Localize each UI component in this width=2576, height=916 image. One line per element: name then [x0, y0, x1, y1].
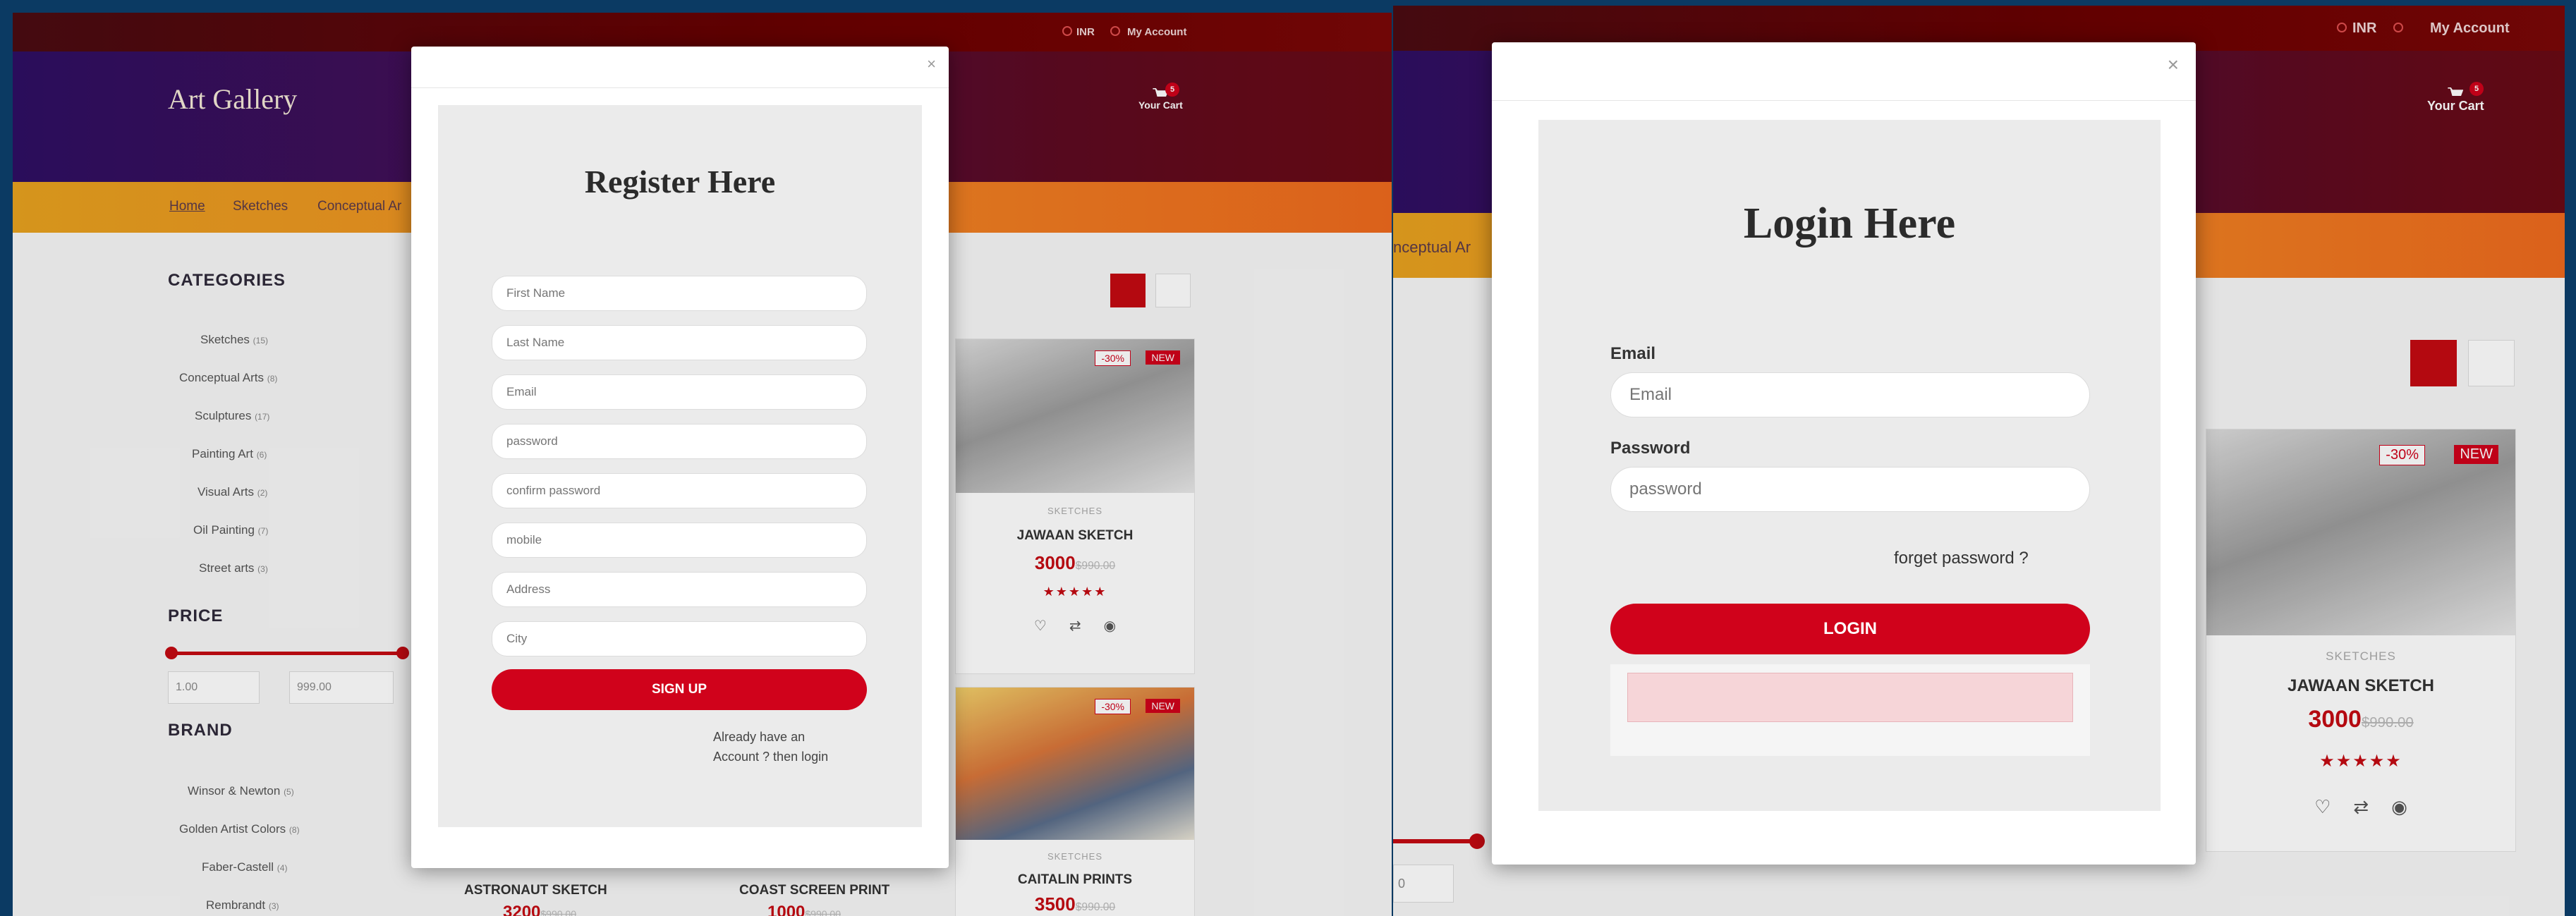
password-input[interactable] — [1610, 467, 2090, 512]
city-input[interactable] — [492, 621, 867, 657]
password-input[interactable] — [492, 424, 867, 459]
close-icon[interactable]: × — [927, 55, 936, 73]
password-label: Password — [1610, 439, 1691, 458]
register-form: Register Here SIGN UP Already have an Ac… — [438, 105, 922, 827]
sign-up-button[interactable]: SIGN UP — [492, 669, 867, 710]
first-name-input[interactable] — [492, 276, 867, 311]
forgot-password-link[interactable]: forget password ? — [1894, 549, 2029, 568]
right-screenshot: INR My Account 5 Your Cart nceptual Ar -… — [1393, 6, 2565, 916]
login-button[interactable]: LOGIN — [1610, 604, 2090, 654]
login-prompt-line: Account ? then login — [713, 750, 829, 764]
login-message-area — [1610, 664, 2090, 756]
login-prompt-line: Already have an — [713, 730, 806, 744]
email-input[interactable] — [1610, 372, 2090, 417]
login-form: Login Here Email Password forget passwor… — [1538, 120, 2161, 811]
login-title: Login Here — [1743, 200, 1956, 248]
email-input[interactable] — [492, 374, 867, 410]
left-screenshot: INR My Account Art Gallery 5 Your Cart H… — [13, 13, 1392, 916]
error-alert — [1627, 673, 2073, 722]
login-prompt[interactable]: Already have an Account ? then login — [713, 727, 828, 767]
mobile-input[interactable] — [492, 523, 867, 558]
modal-divider — [1492, 100, 2196, 101]
register-modal: × Register Here SIGN UP Already have an … — [411, 47, 949, 868]
close-icon[interactable]: × — [2168, 54, 2179, 76]
modal-divider — [411, 87, 949, 88]
last-name-input[interactable] — [492, 325, 867, 360]
address-input[interactable] — [492, 572, 867, 607]
email-label: Email — [1610, 344, 1656, 363]
register-title: Register Here — [584, 164, 776, 200]
confirm-password-input[interactable] — [492, 473, 867, 508]
login-modal: × Login Here Email Password forget passw… — [1492, 42, 2196, 865]
